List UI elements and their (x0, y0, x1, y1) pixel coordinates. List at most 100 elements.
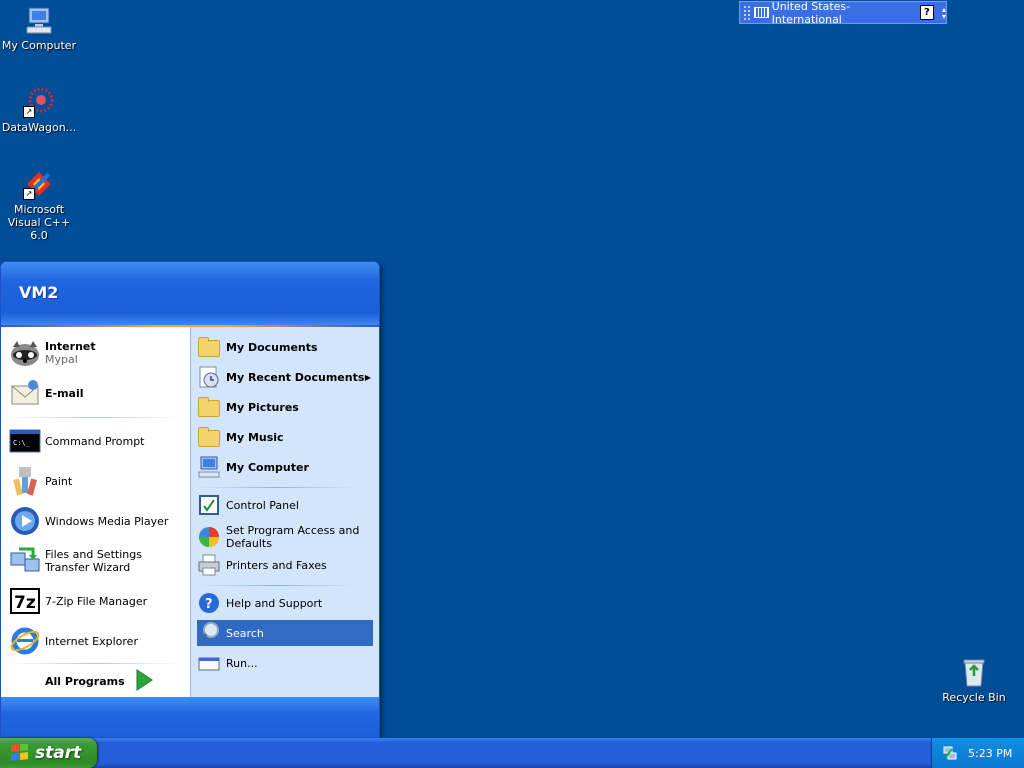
start-item-email[interactable]: E-mail (9, 373, 187, 413)
start-place-my-computer[interactable]: My Computer (197, 454, 373, 480)
7zip-icon: 7z (9, 585, 41, 617)
desktop-icon-label: DataWagon... (1, 121, 77, 134)
start-item-subtitle: Mypal (45, 353, 78, 366)
place-label: My Pictures (226, 400, 299, 414)
start-action-search[interactable]: Search (197, 620, 373, 646)
svg-text:7z: 7z (14, 593, 36, 613)
svg-text:C:\_: C:\_ (13, 439, 31, 447)
action-label: Search (226, 626, 264, 640)
langbar-options-icon[interactable]: ▴ ▾ (942, 5, 946, 20)
network-icon[interactable] (942, 745, 958, 761)
folder-icon (197, 395, 221, 419)
desktop-icon-label: Recycle Bin (942, 691, 1006, 704)
shortcut-arrow-icon: ↗ (23, 106, 35, 118)
control-panel-icon (197, 493, 221, 517)
mypal-icon (9, 337, 41, 369)
all-programs-label: All Programs (45, 674, 125, 688)
place-label: My Documents (226, 340, 318, 354)
program-access-icon (197, 525, 221, 549)
printer-icon (197, 553, 221, 577)
start-item-paint[interactable]: Paint (9, 463, 187, 499)
start-label: start (35, 743, 82, 763)
transfer-wizard-icon (9, 545, 41, 577)
all-programs-button[interactable]: All Programs (45, 667, 155, 695)
language-label[interactable]: United States-International (772, 0, 911, 26)
start-menu-footer (1, 697, 379, 737)
start-place-my-pictures[interactable]: My Pictures (197, 394, 373, 420)
start-item-label: Files and Settings Transfer Wizard (45, 548, 142, 574)
start-system-control-panel[interactable]: Control Panel (197, 492, 373, 518)
recent-documents-icon (197, 365, 221, 389)
start-item-media-player[interactable]: Windows Media Player (9, 503, 187, 539)
start-action-help[interactable]: ? Help and Support (197, 590, 373, 616)
pinned-separator (9, 417, 181, 418)
clock[interactable]: 5:23 PM (968, 747, 1012, 760)
start-menu: VM2 Internet Mypal E-mail C:\_ Command P… (0, 261, 380, 738)
desktop-icon-label: Microsoft Visual C++ 6.0 (7, 203, 71, 242)
user-name: VM2 (19, 283, 59, 302)
email-icon (9, 377, 41, 409)
svg-text:?: ? (205, 597, 213, 612)
start-place-my-music[interactable]: My Music (197, 424, 373, 450)
start-menu-left-pane: Internet Mypal E-mail C:\_ Command Promp… (1, 327, 190, 697)
keyboard-icon (754, 7, 769, 18)
start-place-my-documents[interactable]: My Documents (197, 334, 373, 360)
start-button[interactable]: start (0, 738, 97, 768)
visual-cpp-icon: ↗ (23, 168, 55, 200)
start-item-label: Paint (45, 474, 73, 488)
all-programs-separator (9, 663, 181, 664)
start-action-run[interactable]: Run... (197, 650, 373, 676)
place-label: My Computer (226, 460, 309, 474)
desktop-icon-datawagon[interactable]: ↗ DataWagon... (0, 86, 78, 134)
grip-handle[interactable] (743, 5, 751, 20)
desktop-icon-my-computer[interactable]: My Computer (0, 4, 78, 52)
language-bar[interactable]: United States-International ? ▴ ▾ (739, 0, 947, 26)
system-label: Control Panel (226, 498, 299, 512)
recycle-bin-icon (958, 656, 990, 688)
start-place-my-recent-documents[interactable]: My Recent Documents ▶ (197, 364, 373, 390)
start-item-label: Windows Media Player (45, 514, 169, 528)
start-system-program-access[interactable]: Set Program Access and Defaults (197, 522, 373, 552)
start-item-internet-explorer[interactable]: Internet Explorer (9, 623, 187, 659)
system-label: Printers and Faxes (226, 558, 327, 572)
help-icon: ? (197, 591, 221, 615)
start-item-label: E-mail (45, 386, 84, 400)
start-item-title: Internet (45, 340, 96, 353)
command-prompt-icon: C:\_ (9, 425, 41, 457)
desktop-icon-label: My Computer (1, 39, 77, 52)
start-item-command-prompt[interactable]: C:\_ Command Prompt (9, 423, 187, 459)
submenu-arrow-icon: ▶ (364, 372, 371, 382)
start-menu-header: VM2 (1, 262, 379, 325)
start-item-label: Command Prompt (45, 434, 145, 448)
start-item-label: Internet Explorer (45, 634, 138, 648)
help-icon[interactable]: ? (919, 5, 934, 20)
run-icon (197, 651, 221, 675)
taskbar: start 5:23 PM (0, 738, 1024, 768)
start-system-printers[interactable]: Printers and Faxes (197, 552, 373, 578)
shortcut-arrow-icon: ↗ (23, 188, 35, 200)
paint-icon (9, 465, 41, 497)
desktop-icon-visual-cpp[interactable]: ↗ Microsoft Visual C++ 6.0 (0, 168, 78, 242)
desktop-icon-recycle-bin[interactable]: Recycle Bin (935, 656, 1013, 704)
internet-explorer-icon (9, 625, 41, 657)
my-computer-icon (197, 455, 221, 479)
system-separator (197, 585, 357, 586)
start-item-label: 7-Zip File Manager (45, 594, 148, 608)
start-item-internet[interactable]: Internet Mypal (9, 333, 187, 373)
start-item-7zip[interactable]: 7z 7-Zip File Manager (9, 583, 187, 619)
folder-icon (197, 335, 221, 359)
datawagon-icon: ↗ (23, 86, 55, 118)
windows-logo-icon (10, 743, 30, 762)
place-label: My Music (226, 430, 284, 444)
search-icon (197, 621, 221, 645)
action-label: Run... (226, 656, 258, 670)
places-separator (197, 487, 357, 488)
action-label: Help and Support (226, 596, 323, 610)
start-item-transfer-wizard[interactable]: Files and Settings Transfer Wizard (9, 543, 187, 579)
green-arrow-icon (135, 668, 153, 694)
place-label: My Recent Documents (226, 370, 365, 384)
folder-icon (197, 425, 221, 449)
system-tray: 5:23 PM (931, 738, 1024, 768)
system-label: Set Program Access and Defaults (226, 524, 360, 550)
my-computer-icon (23, 4, 55, 36)
